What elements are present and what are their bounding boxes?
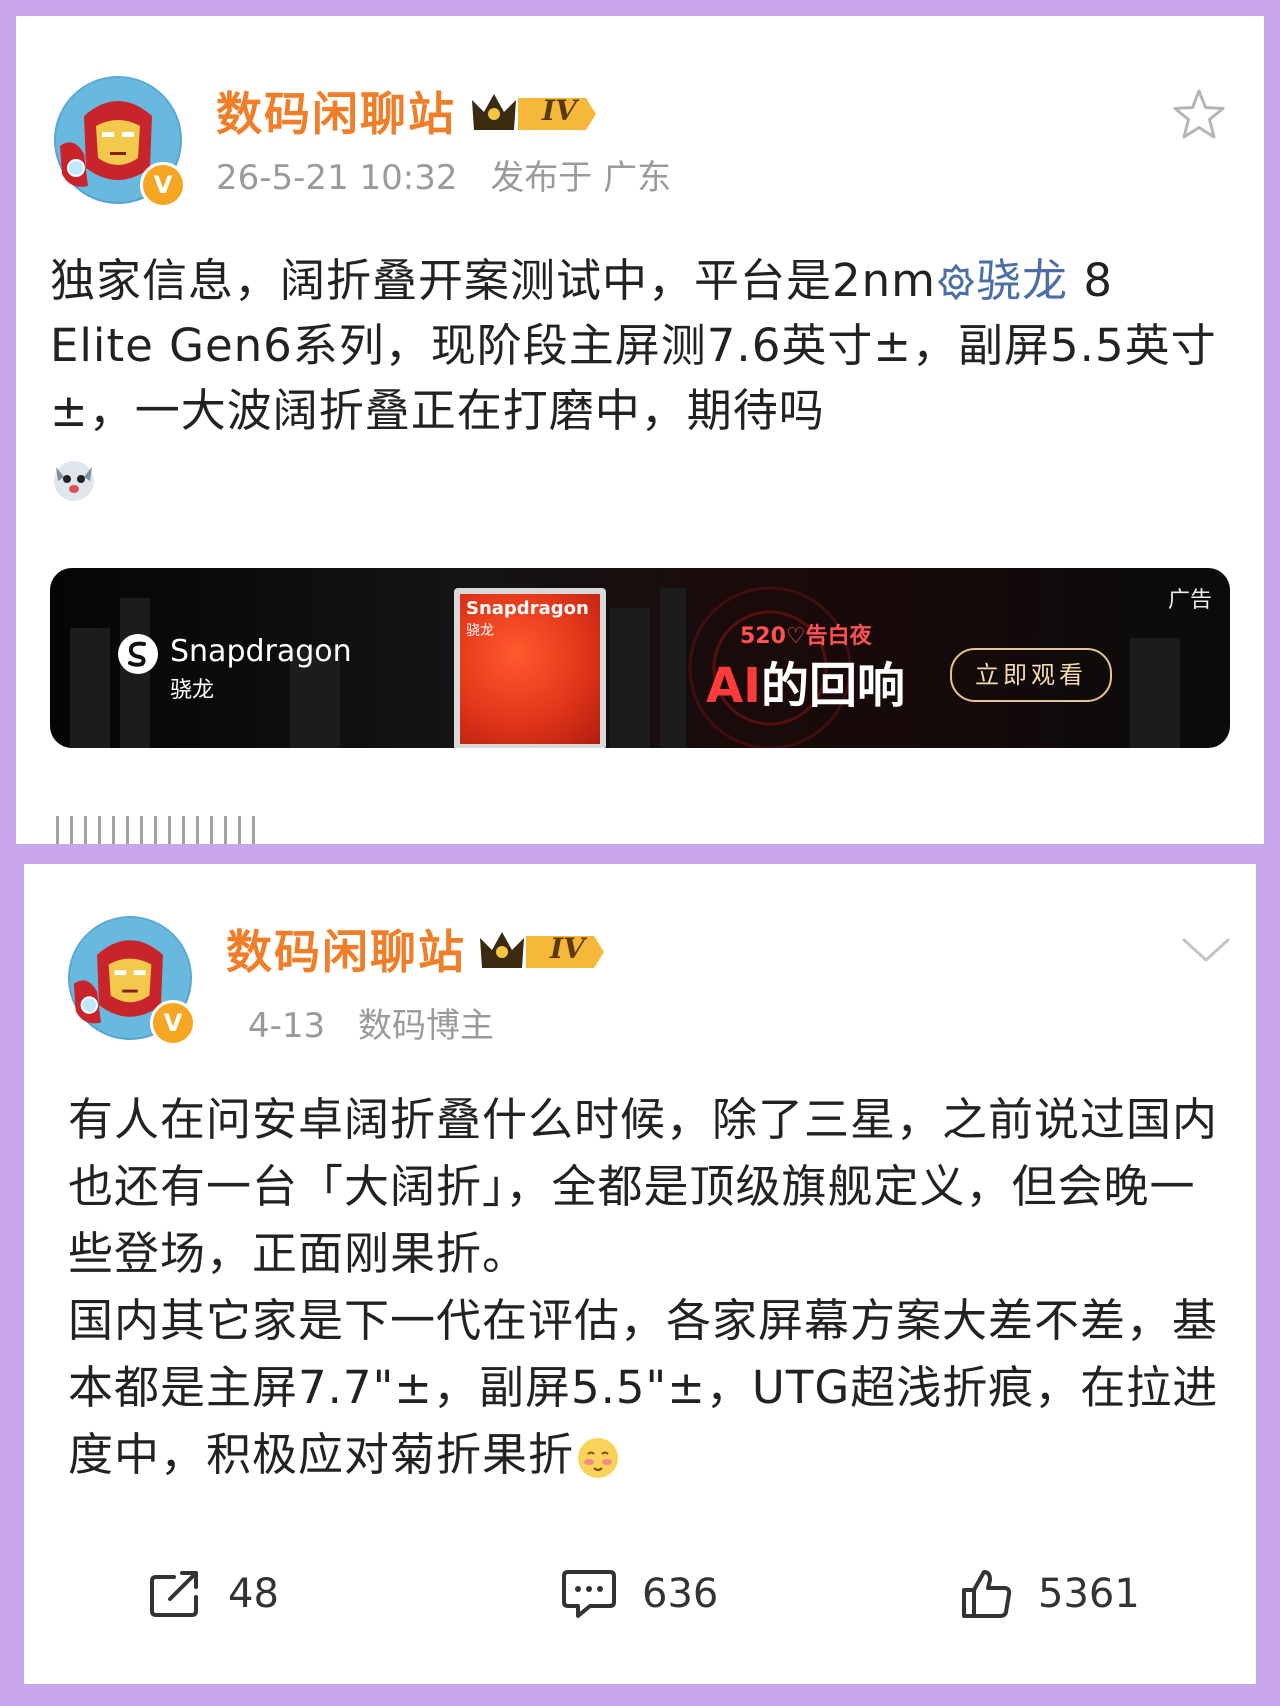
snapdragon-logo-icon (118, 634, 158, 674)
paragraph-2: 国内其它家是下一代在评估，各家屏幕方案大差不差，基本都是主屏7.7"±，副屏5.… (68, 1287, 1228, 1488)
post-text-part-1: 独家信息，阔折叠开案测试中，平台是2nm (50, 254, 936, 307)
chevron-down-icon[interactable] (1180, 934, 1232, 970)
cutoff-text-remnant (56, 816, 266, 844)
share-icon (150, 1571, 198, 1617)
source: 数码博主 (357, 1006, 494, 1046)
like-icon (962, 1570, 1012, 1618)
husky-emoji-icon (54, 461, 94, 501)
blushing-face-emoji-icon (578, 1438, 619, 1478)
verified-v-icon: V (140, 162, 186, 208)
level-badge-label: IV (542, 94, 577, 127)
comment-icon (562, 1570, 616, 1618)
post-meta: 26-5-21 10:32 发布于 广东 (216, 150, 671, 199)
level-badge[interactable]: IV (476, 924, 606, 980)
ad-headline-ai: AI (706, 658, 762, 714)
timestamp: 4-13 (248, 1006, 326, 1046)
ad-brand: Snapdragon (170, 634, 352, 669)
post-text: 有人在问安卓阔折叠什么时候，除了三星，之前说过国内也还有一台「大阔折」，全都是顶… (68, 1086, 1228, 1488)
paragraph-2-text: 国内其它家是下一代在评估，各家屏幕方案大差不差，基本都是主屏7.7"±，副屏5.… (68, 1294, 1219, 1481)
location: 发布于 广东 (490, 158, 672, 198)
chip-text: Snapdragon (466, 598, 589, 619)
username[interactable]: 数码闲聊站 (216, 78, 456, 144)
post-card-2: V 数码闲聊站 IV 4-13 数码博主 有人在问安卓阔折叠什么时候，除了三星，… (24, 864, 1256, 1684)
star-icon[interactable] (1170, 86, 1228, 148)
comment-count: 636 (642, 1571, 719, 1617)
topic-label: 骁龙 (976, 254, 1069, 307)
verified-v-icon: V (150, 1000, 196, 1046)
timestamp: 26-5-21 10:32 (216, 158, 458, 198)
avatar[interactable]: V (54, 76, 186, 208)
crown-icon (480, 932, 604, 968)
level-badge-label: IV (550, 932, 585, 965)
ad-banner[interactable]: 广告 Snapdragon 骁龙 Snapdragon 骁龙 520♡告白夜 A… (50, 568, 1230, 748)
chip-text-sub: 骁龙 (466, 623, 494, 639)
paragraph-1: 有人在问安卓阔折叠什么时候，除了三星，之前说过国内也还有一台「大阔折」，全都是顶… (68, 1093, 1219, 1280)
topic-link[interactable]: 骁龙 (936, 254, 1068, 307)
like-count: 5361 (1038, 1571, 1140, 1617)
ad-label: 广告 (1167, 588, 1212, 613)
ad-cta-button[interactable]: 立即观看 (950, 648, 1112, 702)
post-meta: 4-13 数码博主 (248, 998, 494, 1047)
username[interactable]: 数码闲聊站 (226, 916, 466, 982)
level-badge[interactable]: IV (468, 86, 598, 142)
action-bar: 48 636 5361 (24, 1544, 1256, 1644)
like-button[interactable]: 5361 (960, 1544, 1140, 1644)
share-button[interactable]: 48 (148, 1544, 279, 1644)
ad-headline: AI的回响 (706, 646, 905, 716)
comment-button[interactable]: 636 (560, 1544, 718, 1644)
post-text: 独家信息，阔折叠开案测试中，平台是2nm 骁龙 8 Elite Gen6系列，现阶… (50, 248, 1230, 508)
ad-brand-sub: 骁龙 (170, 678, 215, 703)
crown-icon (472, 94, 596, 130)
share-count: 48 (228, 1571, 279, 1617)
topic-gear-icon (937, 263, 975, 301)
avatar[interactable]: V (68, 916, 196, 1046)
post-card-1: V 数码闲聊站 IV 26-5-21 10:32 发布于 广东 独家信息，阔折叠… (16, 16, 1264, 844)
ad-headline-rest: 的回响 (761, 658, 906, 714)
